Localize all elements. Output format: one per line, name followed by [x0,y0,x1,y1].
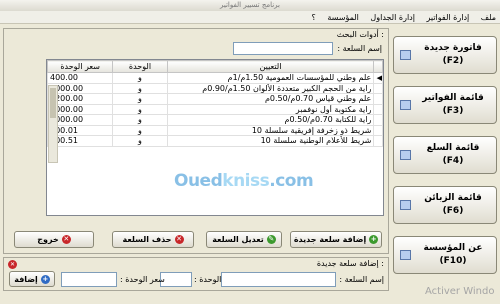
table-header-row: التعيين الوحدة سعر الوحدة [47,60,383,73]
table-row[interactable]: راية مكتوبة أول نوفمبر و 3000.00 [47,103,383,115]
watermark-part2: kniss [222,171,270,191]
column-header-desc[interactable]: التعيين [166,60,375,73]
exit-button[interactable]: ✕ خروج [14,231,94,248]
table-row[interactable]: ◀ علم وطني للمؤسسات العمومية 1.50م/1م و … [47,72,383,84]
cell-desc: شريط للأعلام الوطنية سلسلة 10 [166,135,375,147]
new-item-unit-label: الوحدة : [194,275,222,284]
column-header-unit[interactable]: الوحدة [112,60,168,73]
new-item-price-input[interactable] [61,272,117,287]
edit-item-button[interactable]: ✎ تعديل السلعة [206,231,282,248]
table-row[interactable]: شريط ذو زخرفة إفريقية سلسلة 10 و 100.01 [47,124,383,136]
cell-desc: علم وطني قياس 0.70م/0.50م [166,93,375,105]
cell-unit: و [112,93,168,105]
row-selector-header [373,60,383,73]
watermark-part3: .com [269,171,314,191]
delete-item-button[interactable]: ✕ حذف السلعة [112,231,194,248]
table-row[interactable]: راية من الحجم الكبير متعددة الألوان 1.50… [47,82,383,94]
menu-help[interactable]: ؟ [312,13,316,22]
cell-desc: راية من الحجم الكبير متعددة الألوان 1.50… [166,82,375,94]
cell-price: 400.00 [47,72,114,84]
search-label: إسم السلعة : [337,43,382,53]
add-item-button[interactable]: + إضافة سلعة جديدة [290,231,382,248]
new-item-group-label: إضافة سلعة جديدة : [316,259,384,268]
row-pointer-icon: ◀ [373,72,383,84]
table-row[interactable]: شريط للأعلام الوطنية سلسلة 10 و 100.51 [47,135,383,147]
cell-unit: و [112,72,168,84]
cell-unit: و [112,82,168,94]
window-title: برنامج تسيير الفواتير [220,1,280,9]
box-icon [400,150,411,160]
items-table: التعيين الوحدة سعر الوحدة ◀ علم وطني للم… [46,59,384,216]
cell-unit: و [112,135,168,147]
column-header-price[interactable]: سعر الوحدة [47,60,114,73]
company-icon [400,250,411,260]
delete-icon: ✕ [174,235,184,244]
table-row[interactable]: علم وطني قياس 0.70م/0.50م و 1200.00 [47,93,383,105]
menu-file[interactable]: ملف [481,13,496,22]
window-titlebar: برنامج تسيير الفواتير [0,0,500,11]
exit-icon: ✕ [61,235,71,244]
menu-invoices[interactable]: إدارة الفواتير [427,13,470,22]
customers-list-button[interactable]: قائمة الزبائن (F6) [393,186,497,224]
invoice-icon [400,50,411,60]
new-item-name-label: إسم السلعة : [339,275,384,284]
watermark-logo: Ouedkniss.com [174,171,314,191]
items-list-button[interactable]: قائمة السلع (F4) [393,136,497,174]
menu-tables[interactable]: إدارة الجداول [370,13,415,22]
edit-icon: ✎ [266,235,276,244]
invoices-list-button[interactable]: قائمة الفواتير (F3) [393,86,497,124]
cell-unit: و [112,103,168,115]
customers-icon [400,200,411,210]
about-company-button[interactable]: عن المؤسسة (F10) [393,236,497,274]
cell-desc: راية مكتوبة أول نوفمبر [166,103,375,115]
close-icon[interactable]: ✕ [8,260,17,269]
cell-desc: راية للكتابة 0.70م/0.50م [166,114,375,126]
table-row[interactable]: راية للكتابة 0.70م/0.50م و 2000.00 [47,114,383,126]
items-panel: أدوات البحث : إسم السلعة : التعيين الوحد… [3,28,389,254]
search-row: إسم السلعة : [233,41,382,55]
menu-bar: ملف إدارة الفواتير إدارة الجداول المؤسسة… [0,11,500,24]
new-invoice-button[interactable]: فاتورة جديدة (F2) [393,36,497,74]
scrollbar-thumb[interactable] [50,88,56,118]
list-icon [400,100,411,110]
cell-unit: و [112,114,168,126]
new-item-name-input[interactable] [221,272,336,287]
watermark-part1: Oued [174,171,223,191]
add-icon: + [369,235,379,244]
new-item-price-label: سعر الوحدة : [120,275,165,284]
search-input[interactable] [233,41,334,55]
search-group-label: أدوات البحث : [336,30,384,39]
cell-desc: شريط ذو زخرفة إفريقية سلسلة 10 [166,124,375,136]
table-scrollbar[interactable] [48,85,58,163]
os-activation-notice: Activer Windo [425,286,495,297]
cell-unit: و [112,124,168,136]
new-item-panel: ✕ إضافة سلعة جديدة : إسم السلعة : الوحدة… [3,257,389,291]
add-icon: + [40,274,50,284]
new-item-add-button[interactable]: + إضافة [9,271,55,287]
menu-company[interactable]: المؤسسة [327,13,359,22]
cell-desc: علم وطني للمؤسسات العمومية 1.50م/1م [166,72,375,84]
